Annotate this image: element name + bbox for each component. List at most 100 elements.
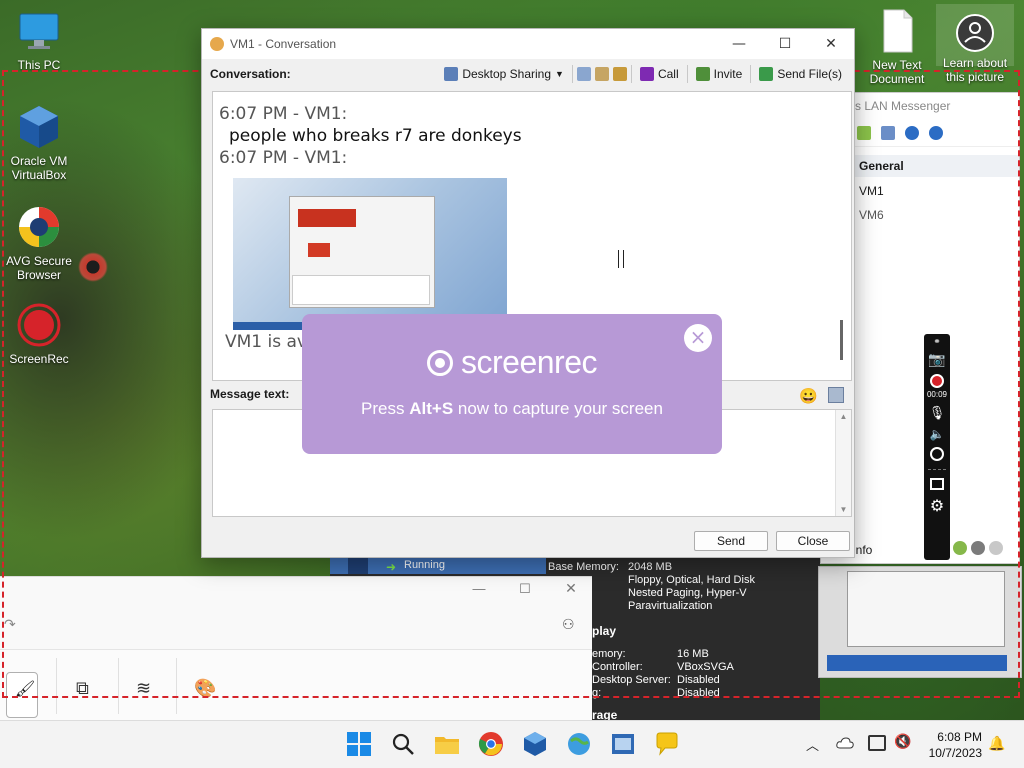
start-icon[interactable] bbox=[346, 731, 372, 757]
network-monitor-icon[interactable] bbox=[868, 735, 886, 751]
network-globe-icon[interactable] bbox=[566, 731, 592, 757]
share-icon[interactable]: ⚇ bbox=[562, 617, 575, 633]
link-icon[interactable]: ⚭ bbox=[924, 336, 950, 347]
chrome-icon[interactable] bbox=[478, 731, 504, 757]
virtualbox-taskbar-icon[interactable] bbox=[522, 731, 548, 757]
palette-icon[interactable]: 🎨 bbox=[194, 678, 216, 699]
message-scrollbar[interactable]: ▲ ▼ bbox=[835, 410, 851, 516]
clock-date: 10/7/2023 bbox=[928, 746, 982, 760]
send-button[interactable]: Send bbox=[694, 531, 768, 551]
desktop-icon-new-text-document[interactable]: New Text Document bbox=[858, 8, 936, 86]
vm-window-icon[interactable] bbox=[610, 731, 636, 757]
shapes-icon[interactable]: ⧉ bbox=[76, 678, 89, 699]
detail-value: Disabled bbox=[677, 687, 720, 699]
speaker-muted-icon[interactable]: 🔇 bbox=[894, 734, 911, 750]
gear-icon[interactable]: ⚙ bbox=[924, 496, 950, 515]
emoji-icon[interactable]: 😀 bbox=[799, 387, 818, 405]
desktop-icon-screenrec[interactable]: ScreenRec bbox=[0, 302, 78, 366]
record-button-icon[interactable] bbox=[930, 374, 944, 388]
conversation-window[interactable]: VM1 - Conversation — ☐ ✕ Conversation: D… bbox=[201, 28, 855, 558]
desktop-icon-this-pc[interactable]: This PC bbox=[0, 8, 78, 72]
windows-icon[interactable] bbox=[930, 478, 944, 490]
conversation-titlebar[interactable]: VM1 - Conversation — ☐ ✕ bbox=[202, 29, 854, 59]
transfers-icon[interactable] bbox=[594, 67, 609, 81]
status-icon[interactable] bbox=[857, 125, 871, 140]
line-width-icon[interactable]: ≋ bbox=[136, 678, 151, 699]
microphone-icon[interactable]: 🎙 bbox=[924, 405, 950, 421]
ribbon-divider bbox=[118, 658, 119, 714]
camera-icon[interactable]: 📷 bbox=[924, 351, 950, 368]
text-document-icon bbox=[874, 8, 920, 54]
desktop-sharing-button[interactable]: Desktop Sharing ▼ bbox=[440, 67, 568, 81]
file-explorer-icon[interactable] bbox=[434, 731, 460, 757]
screenrec-icon bbox=[16, 302, 62, 348]
cloud-icon[interactable] bbox=[836, 735, 854, 751]
desktop-icon-avg-browser[interactable]: AVG Secure Browser bbox=[0, 204, 78, 282]
call-icon bbox=[639, 67, 654, 81]
search-icon[interactable] bbox=[390, 731, 416, 757]
conversation-label: Conversation: bbox=[210, 67, 291, 81]
invite-button[interactable]: Invite bbox=[692, 67, 747, 81]
toolbar-separator bbox=[630, 65, 632, 83]
close-icon[interactable]: ✕ bbox=[808, 29, 854, 59]
attach-icon[interactable] bbox=[828, 387, 844, 403]
message-meta: 6:07 PM - VM1: bbox=[219, 104, 348, 124]
desktop-icon-learn-picture[interactable]: Learn about this picture bbox=[936, 4, 1014, 84]
vm-list-row-selected[interactable]: ➜ Running bbox=[330, 558, 546, 574]
help-icon[interactable] bbox=[905, 125, 919, 140]
scroll-up-icon[interactable]: ▲ bbox=[836, 412, 851, 421]
minimize-icon[interactable]: — bbox=[716, 29, 762, 59]
user-vm6[interactable]: VM6 bbox=[859, 203, 1019, 227]
chat-scrollbar[interactable] bbox=[840, 320, 843, 360]
call-label: Call bbox=[657, 67, 679, 81]
chevron-up-icon[interactable]: ︿ bbox=[806, 735, 819, 754]
close-button[interactable]: Close bbox=[776, 531, 850, 551]
monitor-icon bbox=[16, 8, 62, 54]
detail-value: Disabled bbox=[677, 674, 720, 686]
toolbar-separator bbox=[686, 65, 688, 83]
detail-key: Base Memory: bbox=[548, 561, 619, 573]
online-user-icon[interactable] bbox=[953, 541, 967, 555]
desktop-icon-virtualbox[interactable]: Oracle VM VirtualBox bbox=[0, 104, 78, 182]
send-files-button[interactable]: Send File(s) bbox=[755, 67, 846, 81]
vm-os-icon bbox=[348, 558, 368, 574]
chevron-down-icon: ▼ bbox=[555, 69, 564, 79]
info-icon[interactable] bbox=[929, 125, 943, 140]
system-clock[interactable]: 6:08 PM 10/7/2023 bbox=[929, 729, 982, 761]
user-vm1[interactable]: VM1 bbox=[859, 179, 1019, 203]
record-timer: 00:09 bbox=[926, 390, 948, 399]
offline-user-icon[interactable] bbox=[989, 541, 1003, 555]
history-icon[interactable] bbox=[881, 125, 895, 140]
hint-suffix: now to capture your screen bbox=[453, 399, 663, 418]
detail-key: Desktop Server: bbox=[592, 674, 671, 686]
away-user-icon[interactable] bbox=[971, 541, 985, 555]
messenger-chat-icon[interactable] bbox=[654, 731, 680, 757]
shared-screenshot-image[interactable] bbox=[233, 178, 507, 330]
screenrec-popup[interactable]: × screenrec Press Alt+S now to capture y… bbox=[302, 314, 722, 454]
call-button[interactable]: Call bbox=[636, 67, 683, 81]
desktop-icon-label: New Text Document bbox=[869, 58, 925, 86]
maximize-icon[interactable]: ☐ bbox=[502, 581, 548, 597]
user-label: VM1 bbox=[859, 184, 884, 198]
toolbar-separator bbox=[571, 65, 573, 83]
notification-bell-icon[interactable]: 🔔 bbox=[988, 735, 1005, 752]
paint-ribbon: 🖌 ⧉ ≋ 🎨 bbox=[0, 649, 592, 721]
wallpaper-parrot-eye bbox=[78, 252, 108, 282]
maximize-icon[interactable]: ☐ bbox=[762, 29, 808, 59]
close-icon[interactable]: ✕ bbox=[548, 581, 594, 597]
webcam-icon[interactable] bbox=[930, 447, 944, 461]
close-icon[interactable]: × bbox=[684, 324, 712, 352]
settings-icon[interactable] bbox=[612, 67, 627, 81]
speaker-icon[interactable]: 🔈 bbox=[924, 427, 950, 441]
brush-tool-button[interactable]: 🖌 bbox=[6, 672, 38, 718]
minimize-icon[interactable]: — bbox=[456, 581, 502, 597]
avg-browser-icon bbox=[16, 204, 62, 250]
redo-icon[interactable]: ↷ bbox=[4, 617, 16, 633]
scroll-down-icon[interactable]: ▼ bbox=[836, 505, 851, 514]
paint-window[interactable]: — ☐ ✕ ↷ ⚇ 🖌 ⧉ ≋ 🎨 bbox=[0, 576, 594, 721]
desktop-icon-label: AVG Secure Browser bbox=[6, 254, 72, 282]
desktop-icon-label: Oracle VM VirtualBox bbox=[10, 154, 68, 182]
hint-key: Alt+S bbox=[409, 399, 454, 418]
desktop-sharing-icon bbox=[444, 67, 459, 81]
history-icon[interactable] bbox=[576, 67, 591, 81]
